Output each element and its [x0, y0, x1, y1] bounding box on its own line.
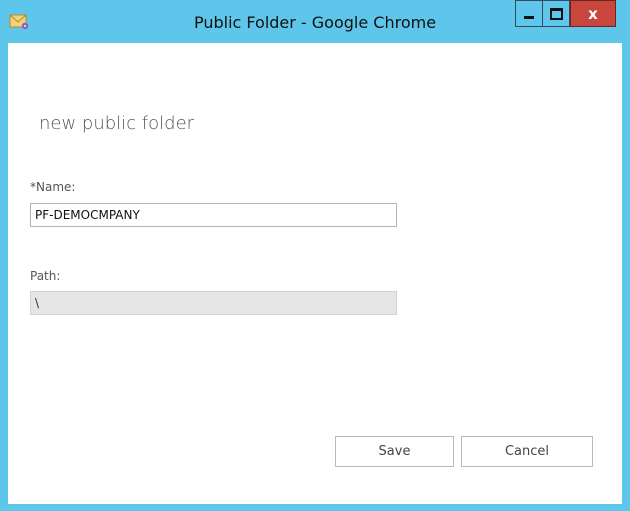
browser-window: Public Folder - Google Chrome x new publ… [0, 0, 630, 511]
name-label: *Name: [30, 180, 76, 194]
close-button[interactable]: x [570, 0, 616, 27]
name-field[interactable] [30, 203, 397, 227]
title-bar[interactable]: Public Folder - Google Chrome x [0, 0, 630, 43]
path-label: Path: [30, 269, 61, 283]
save-button[interactable]: Save [335, 436, 454, 467]
page-title: new public folder [39, 113, 195, 134]
maximize-icon [549, 7, 563, 20]
maximize-button[interactable] [543, 0, 570, 27]
minimize-button[interactable] [515, 0, 543, 27]
minimize-icon [524, 16, 534, 19]
close-icon: x [588, 4, 598, 23]
cancel-button[interactable]: Cancel [461, 436, 593, 467]
path-field[interactable] [30, 291, 397, 315]
dialog-content: new public folder *Name: Path: Save Canc… [8, 43, 622, 504]
